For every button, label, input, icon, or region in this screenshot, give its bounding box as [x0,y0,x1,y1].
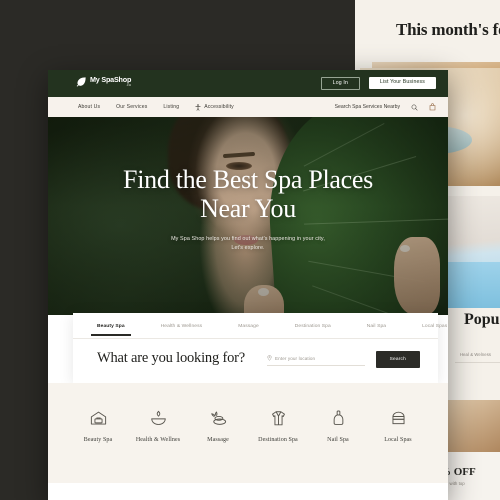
search-question: What are you looking for? [97,350,246,366]
nav-item-about-us[interactable]: About Us [78,104,100,110]
search-row: What are you looking for? Search [73,339,438,383]
logo-name: My SpaShop [90,75,132,84]
hero-subtitle-line-1: My Spa Shop helps you find out what's ha… [171,236,325,242]
nav-utilities: Search Spa Services Nearby [335,103,436,111]
tab-label: Destination Spa [294,323,331,329]
nav-links: About Us Our Services Listing Accessibil… [78,103,234,111]
log-in-button[interactable]: Log In [320,77,360,91]
logo-domain: .ca [125,82,132,87]
category-label: Massage [207,437,229,443]
background-feature-title: This month's fe [396,20,500,39]
category-nail-spa[interactable]: Nail Spa [310,407,366,443]
search-button[interactable]: Search [375,351,420,368]
category-label: Health & Wellnes [135,437,181,443]
towel-stack-icon [389,407,408,429]
category-label: Local Spas [384,437,412,443]
tab-local-spas[interactable]: Local Spas [422,316,447,336]
category-destination-spa[interactable]: Destination Spa [250,407,306,443]
main-mockup-window: My SpaShop .ca Log In List Your Business… [48,70,448,500]
background-offer-title: % OFF [440,466,476,478]
site-header: My SpaShop .ca Log In List Your Business [48,70,448,97]
tab-label: Massage [238,323,259,329]
site-logo[interactable]: My SpaShop .ca [76,76,131,87]
category-beauty-spa[interactable]: Beauty Spa [70,407,126,443]
background-popular-heading: Popul [464,311,500,328]
nav-item-label: Listing [163,104,180,110]
category-local-spas[interactable]: Local Spas [370,407,426,443]
search-icon[interactable] [411,104,418,111]
tab-label: Local Spas [422,323,448,329]
category-health-and-wellnes[interactable]: Health & Wellnes [130,407,186,443]
category-label: Destination Spa [258,437,298,443]
background-popular-divider [455,362,500,363]
hero-section: Find the Best Spa Places Near You My Spa… [48,117,448,315]
spa-bowl-icon [149,407,168,429]
nav-search-label[interactable]: Search Spa Services Nearby [335,104,400,110]
tab-massage[interactable]: Massage [238,316,259,336]
logo-wordmark: My SpaShop .ca [90,76,131,87]
tab-label: Beauty Spa [97,323,125,329]
categories-row: Beauty Spa Health & Wellnes Massage Dest… [70,407,426,443]
category-tabs: Beauty Spa Health & Wellness Massage Des… [73,313,447,339]
hero-subtitle-line-2: Let's explore. [231,244,265,251]
background-offer-subtitle: and with top [441,481,465,486]
hero-heading: Find the Best Spa Places Near You [48,165,448,223]
site-nav: About Us Our Services Listing Accessibil… [48,97,448,118]
hero-subtitle: My Spa Shop helps you find out what's ha… [48,235,448,253]
nav-item-label: About Us [78,104,101,110]
category-massage[interactable]: Massage [190,407,246,443]
list-your-business-button[interactable]: List Your Business [368,77,436,89]
robe-icon [269,407,288,429]
tab-label: Health & Wellness [160,323,203,329]
tab-beauty-spa[interactable]: Beauty Spa [91,316,131,336]
location-field-wrapper[interactable] [267,355,365,366]
search-card: Beauty Spa Health & Wellness Massage Des… [73,313,447,383]
nav-item-label: Accessibility [204,104,234,110]
nav-item-accessibility[interactable]: Accessibility [195,103,234,111]
massage-stones-icon [209,407,228,429]
background-popular-tabs: Heal & Welness [460,352,492,357]
tab-destination-spa[interactable]: Destination Spa [295,316,331,336]
nail-polish-icon [329,407,348,429]
screenshot-canvas: This month's fe Popul Heal & Welness % O… [0,0,500,500]
cream-jar-icon [89,407,108,429]
tab-health-and-wellness[interactable]: Health & Wellness [161,316,203,336]
page-bottom-strip [48,483,448,500]
location-input[interactable] [275,355,363,361]
tab-nail-spa[interactable]: Nail Spa [367,316,386,336]
categories-section: Beauty Spa Health & Wellnes Massage Dest… [48,383,448,483]
category-label: Nail Spa [327,437,349,443]
shopping-bag-icon[interactable] [429,103,436,111]
hero-heading-line-1: Find the Best Spa Places [123,165,373,194]
category-label: Beauty Spa [83,437,113,443]
nav-item-our-services[interactable]: Our Services [116,104,147,110]
nav-item-listing[interactable]: Listing [163,104,179,110]
hero-heading-line-2: Near You [200,194,296,224]
accessibility-icon [195,103,201,111]
map-pin-icon [267,355,272,361]
leaf-icon [76,76,87,87]
nav-item-label: Our Services [116,104,148,110]
tab-label: Nail Spa [366,323,387,329]
